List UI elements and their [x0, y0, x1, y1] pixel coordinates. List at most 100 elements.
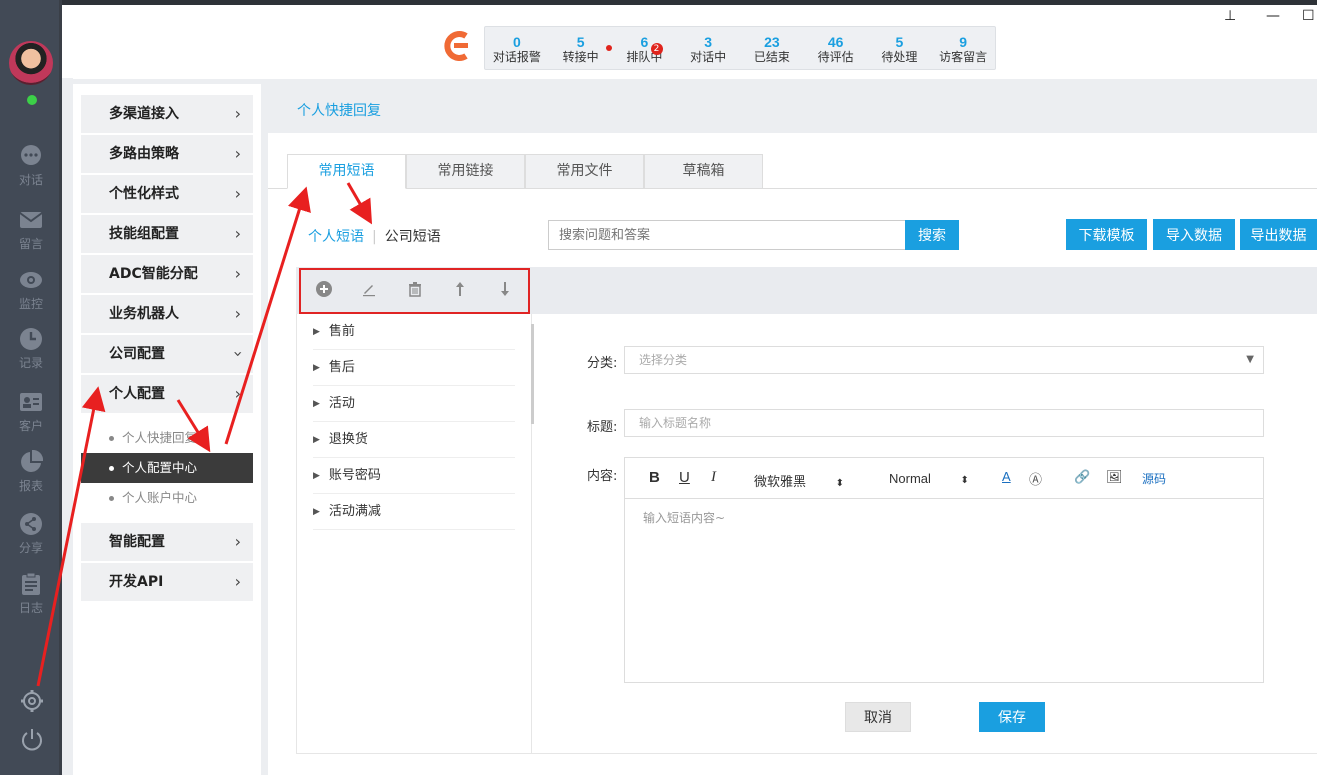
import-data-button[interactable]: 导入数据 [1153, 219, 1235, 250]
menu-group-smart[interactable]: 智能配置 › [81, 523, 253, 561]
text-color-icon[interactable]: A [1002, 469, 1011, 484]
bold-icon[interactable]: B [649, 469, 660, 486]
rail-item-reports[interactable]: 报表 [0, 450, 62, 494]
maximize-button[interactable]: ☐ [1302, 8, 1315, 24]
tree-item[interactable]: ▶ 售前 [313, 314, 515, 350]
rail-item-monitor[interactable]: 监控 [0, 268, 62, 312]
rail-item-customers[interactable]: 客户 [0, 390, 62, 434]
menu-group-multichannel[interactable]: 多渠道接入 › [81, 95, 253, 133]
edit-icon[interactable] [346, 281, 391, 301]
tab-drafts[interactable]: 草稿箱 [644, 154, 763, 189]
underline-icon[interactable]: U [679, 469, 690, 486]
tree-item[interactable]: ▶ 售后 [313, 350, 515, 386]
download-template-button[interactable]: 下载模板 [1066, 219, 1147, 250]
stat-queue[interactable]: 6 排队中 2 [613, 27, 677, 69]
menu-group-api[interactable]: 开发API › [81, 563, 253, 601]
stat-pending-eval[interactable]: 46 待评估 [804, 27, 868, 69]
font-family-select[interactable]: 微软雅黑 ⬍ [754, 471, 844, 490]
caret-right-icon: ▶ [313, 327, 320, 337]
stat-label: 已结束 [753, 50, 790, 64]
tree-item[interactable]: ▶ 活动 [313, 386, 515, 422]
rail-item-logs[interactable]: 日志 [0, 572, 62, 616]
minimize-button[interactable]: — [1266, 8, 1280, 24]
search-input[interactable] [548, 220, 906, 250]
rail-item-share[interactable]: 分享 [0, 512, 62, 556]
tree-item[interactable]: ▶ 退换货 [313, 422, 515, 458]
power-icon[interactable] [19, 726, 45, 752]
stat-number: 46 [827, 34, 844, 50]
mail-icon [19, 212, 43, 228]
tree-item[interactable]: ▶ 账号密码 [313, 458, 515, 494]
menu-group-skill-groups[interactable]: 技能组配置 › [81, 215, 253, 253]
stat-transferring[interactable]: 5 转接中 [549, 27, 613, 69]
caret-right-icon: ▶ [313, 435, 320, 445]
export-data-button[interactable]: 导出数据 [1240, 219, 1317, 250]
category-select[interactable]: 选择分类 ▼ [624, 346, 1264, 374]
stat-visitor-messages[interactable]: 9 访客留言 [931, 27, 995, 69]
add-icon[interactable] [301, 281, 346, 301]
category-tree: ▶ 售前 ▶ 售后 ▶ 活动 ▶ 退换货 ▶ 账号密码 ▶ 活动满减 [296, 314, 534, 754]
stat-number: 3 [704, 34, 713, 50]
rail-item-chat[interactable]: 对话 [0, 144, 62, 188]
stat-alarm[interactable]: 0 对话报警 [485, 27, 549, 69]
chevron-right-icon: › [234, 144, 241, 163]
dropdown-arrow-icon: ▼ [1246, 354, 1254, 365]
breadcrumb[interactable]: 个人快捷回复 [297, 100, 381, 120]
stat-in-chat[interactable]: 3 对话中 [676, 27, 740, 69]
tree-item[interactable]: ▶ 活动满减 [313, 494, 515, 530]
menu-sub-config-center[interactable]: 个人配置中心 [81, 453, 253, 483]
image-icon[interactable]: 🖼 [1106, 469, 1123, 485]
search-button[interactable]: 搜索 [905, 220, 959, 250]
menu-sub-account-center[interactable]: 个人账户中心 [81, 483, 253, 513]
menu-sub-label: 个人账户中心 [122, 490, 198, 505]
move-down-icon[interactable] [483, 281, 528, 301]
delete-icon[interactable] [392, 281, 437, 301]
content-label: 内容: [587, 469, 618, 484]
pie-chart-icon [21, 450, 43, 472]
title-label: 标题: [587, 420, 618, 435]
subtab-personal[interactable]: 个人短语 [308, 229, 364, 245]
avatar[interactable] [9, 41, 53, 85]
menu-group-routing[interactable]: 多路由策略 › [81, 135, 253, 173]
stat-ended[interactable]: 23 已结束 [740, 27, 804, 69]
menu-group-style[interactable]: 个性化样式 › [81, 175, 253, 213]
menu-group-adc[interactable]: ADC智能分配 › [81, 255, 253, 293]
tab-phrases[interactable]: 常用短语 [287, 154, 406, 189]
breadcrumb-bar: 个人快捷回复 [268, 84, 1317, 133]
chevron-down-icon: › [228, 350, 248, 358]
subtab-company[interactable]: 公司短语 [385, 229, 441, 245]
menu-group-company[interactable]: 公司配置 › [81, 335, 253, 373]
stat-number: 0 [512, 34, 521, 50]
rail-item-records[interactable]: 记录 [0, 327, 62, 371]
tree-item-label: 活动满减 [328, 504, 381, 519]
menu-sub-quick-reply[interactable]: 个人快捷回复 [81, 423, 253, 453]
font-size-select[interactable]: Normal ⬍ [889, 471, 969, 486]
stat-number: 6 [640, 34, 649, 50]
link-icon[interactable]: 🔗 [1074, 469, 1090, 485]
updown-icon: ⬍ [835, 478, 845, 489]
source-code-button[interactable]: 源码 [1142, 470, 1166, 487]
save-button[interactable]: 保存 [979, 702, 1045, 732]
tab-files[interactable]: 常用文件 [525, 154, 644, 189]
menu-group-robot[interactable]: 业务机器人 › [81, 295, 253, 333]
rail-item-label: 记录 [18, 356, 43, 370]
rail-item-messages[interactable]: 留言 [0, 208, 62, 252]
cancel-button[interactable]: 取消 [845, 702, 911, 732]
editor-content[interactable]: 输入短语内容~ [625, 499, 1263, 536]
caret-right-icon: ▶ [313, 363, 320, 373]
tab-links[interactable]: 常用链接 [406, 154, 525, 189]
menu-group-label: 多路由策略 [109, 146, 179, 162]
italic-icon[interactable]: I [711, 469, 716, 486]
rail-item-label: 监控 [18, 297, 43, 311]
settings-gear-icon[interactable] [19, 688, 45, 714]
move-up-icon[interactable] [437, 281, 482, 301]
chevron-right-icon: › [234, 304, 241, 323]
menu-group-personal[interactable]: 个人配置 › [81, 375, 253, 413]
background-color-icon[interactable]: Ⓐ [1029, 469, 1042, 488]
pin-icon[interactable]: ⊥ [1224, 8, 1236, 24]
stat-pending[interactable]: 5 待处理 [868, 27, 932, 69]
tree-item-label: 退换货 [328, 432, 368, 447]
chevron-right-icon: › [234, 532, 241, 551]
notification-dot [605, 45, 612, 51]
title-input[interactable]: 输入标题名称 [624, 409, 1264, 437]
